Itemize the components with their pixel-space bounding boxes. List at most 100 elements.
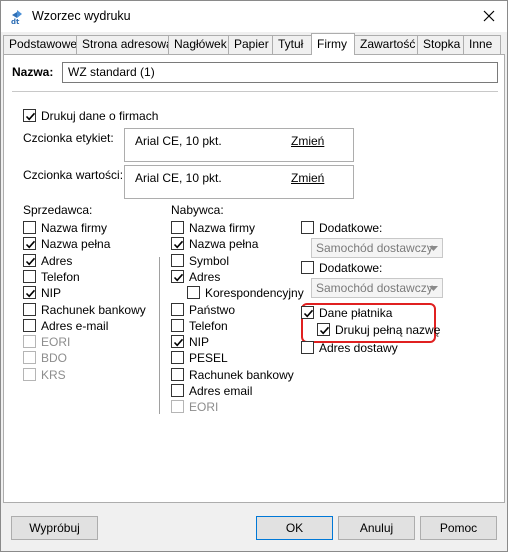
seller-item-label: NIP (41, 286, 62, 301)
seller-item-label: Adres (41, 253, 73, 268)
chevron-down-icon (429, 246, 438, 251)
tab-tytul[interactable]: Tytuł (272, 35, 312, 54)
buyer-item-label: Telefon (189, 318, 228, 333)
value-font-label: Czcionka wartości: (23, 168, 124, 182)
buyer-checkbox[interactable] (171, 269, 184, 283)
tab-papier[interactable]: Papier (228, 35, 273, 54)
additional2-checkbox[interactable] (301, 261, 314, 274)
checkmark-icon (25, 257, 36, 266)
buyer-checkbox[interactable] (187, 286, 200, 300)
name-field[interactable]: WZ standard (1) (62, 62, 498, 83)
buyer-item-label: EORI (189, 400, 219, 415)
buyer-checkbox[interactable] (171, 351, 184, 365)
seller-checkbox[interactable] (23, 286, 36, 300)
label-font-label: Czcionka etykiet: (23, 131, 114, 145)
close-button[interactable] (475, 3, 503, 29)
seller-checkbox[interactable] (23, 318, 36, 332)
seller-checkbox[interactable] (23, 221, 36, 234)
seller-checkbox[interactable] (23, 237, 36, 251)
buyer-checkbox[interactable] (171, 221, 184, 234)
seller-item-label: BDO (41, 351, 68, 366)
buyer-checkbox[interactable] (171, 237, 184, 251)
checkmark-icon (25, 112, 36, 121)
value-font-value: Arial CE, 10 pkt. (135, 171, 222, 185)
additional1-select[interactable]: Samochód dostawczy (311, 238, 443, 258)
additional2-select[interactable]: Samochód dostawczy (311, 278, 443, 298)
buyer-item-label: Adres email (189, 384, 253, 398)
help-button[interactable]: Pomoc (420, 516, 497, 540)
buyer-checkbox (171, 400, 184, 414)
buyer-item-label: Symbol (189, 253, 230, 268)
seller-title: Sprzedawca: (23, 203, 93, 217)
column-divider (159, 257, 160, 414)
dt-app-icon: dt (9, 9, 25, 26)
window-title: Wzorzec wydruku (32, 9, 131, 23)
tab-zawartosc[interactable]: Zawartość (354, 35, 418, 54)
tab-inne[interactable]: Inne (463, 35, 501, 54)
label-font-box: Arial CE, 10 pkt. Zmień (124, 128, 354, 162)
title-bar: dt Wzorzec wydruku (1, 1, 507, 32)
close-icon (483, 10, 495, 22)
additional1-select-value: Samochód dostawczy (316, 241, 433, 255)
delivery-address-checkbox[interactable] (301, 341, 314, 354)
seller-item-label: EORI (41, 335, 71, 350)
checkmark-icon (173, 241, 184, 249)
seller-item-label: Nazwa pełna (41, 237, 111, 252)
preview-button[interactable]: Wypróbuj (11, 516, 98, 540)
seller-checkbox (23, 367, 36, 381)
divider (12, 91, 498, 92)
buyer-item-label: Korespondencyjny (205, 286, 304, 301)
buyer-checkbox[interactable] (171, 253, 184, 267)
buyer-title: Nabywca: (171, 203, 224, 217)
additional1-label: Dodatkowe: (319, 221, 383, 235)
tab-firmy[interactable]: Firmy (311, 33, 355, 55)
additional2-label: Dodatkowe: (319, 261, 383, 275)
checkmark-icon (173, 338, 184, 347)
checkmark-icon (303, 309, 314, 318)
checkmark-icon (25, 289, 36, 298)
buyer-item-label: PESEL (189, 351, 228, 366)
buyer-checkbox[interactable] (171, 318, 184, 332)
value-font-change-link[interactable]: Zmień (291, 171, 324, 185)
buyer-item-label: Nazwa firmy (189, 221, 256, 235)
additional2-select-value: Samochód dostawczy (316, 281, 433, 295)
svg-text:dt: dt (11, 18, 20, 25)
seller-checkbox (23, 335, 36, 349)
tab-strip: Podstawowe Strona adresowa Nagłówek Papi… (3, 33, 507, 55)
print-companies-label: Drukuj dane o firmach (41, 109, 159, 123)
tab-stopka[interactable]: Stopka (417, 35, 464, 54)
payer-full-name-label: Drukuj pełną nazwę (335, 323, 441, 337)
firmy-panel: Nazwa: WZ standard (1) Drukuj dane o fir… (3, 54, 505, 503)
checkmark-icon (319, 326, 330, 335)
delivery-address-label: Adres dostawy (319, 341, 398, 355)
print-companies-checkbox[interactable] (23, 109, 36, 122)
payer-label: Dane płatnika (319, 306, 393, 320)
cancel-button[interactable]: Anuluj (338, 516, 415, 540)
value-font-box: Arial CE, 10 pkt. Zmień (124, 165, 354, 199)
seller-checkbox[interactable] (23, 253, 36, 267)
payer-checkbox[interactable] (301, 306, 314, 319)
buyer-item-label: Państwo (189, 302, 236, 317)
buyer-checkbox[interactable] (171, 367, 184, 381)
buyer-item-label: Rachunek bankowy (189, 367, 294, 382)
seller-checkbox (23, 351, 36, 365)
tab-strona-adresowa[interactable]: Strona adresowa (76, 35, 173, 54)
label-font-value: Arial CE, 10 pkt. (135, 134, 222, 148)
payer-full-name-checkbox[interactable] (317, 323, 330, 336)
buyer-checkbox[interactable] (171, 335, 184, 349)
seller-checkbox[interactable] (23, 269, 36, 283)
buyer-item-label: NIP (189, 335, 210, 350)
buyer-checkbox[interactable] (171, 302, 184, 316)
ok-button[interactable]: OK (256, 516, 333, 540)
buyer-checkbox[interactable] (171, 384, 184, 397)
seller-item-label: Rachunek bankowy (41, 302, 146, 317)
tab-podstawowe[interactable]: Podstawowe (3, 35, 77, 54)
checkmark-icon (25, 241, 36, 249)
seller-checkbox[interactable] (23, 302, 36, 316)
chevron-down-icon (429, 286, 438, 291)
tab-naglowek[interactable]: Nagłówek (168, 35, 229, 54)
additional1-checkbox[interactable] (301, 221, 314, 234)
seller-item-label: Nazwa firmy (41, 221, 108, 235)
label-font-change-link[interactable]: Zmień (291, 134, 324, 148)
checkmark-icon (173, 273, 184, 282)
